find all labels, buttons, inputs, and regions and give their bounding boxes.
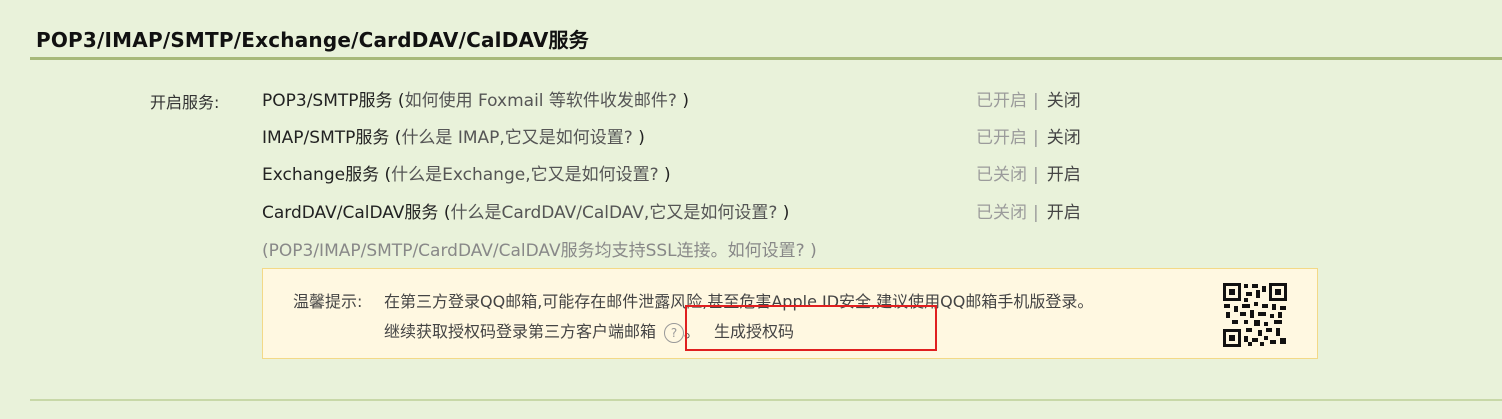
- ssl-help-link[interactable]: 如何设置?: [728, 241, 805, 261]
- open-paren: (: [389, 128, 402, 148]
- services-label: 开启服务:: [150, 93, 220, 112]
- close-paren: ): [676, 91, 689, 111]
- status-pop3: 已开启 | 关闭: [976, 86, 1081, 111]
- status-carddav: 已关闭 | 开启: [976, 198, 1081, 223]
- help-link-exchange[interactable]: 什么是Exchange,它又是如何设置?: [391, 165, 659, 185]
- tip-auth-line: 继续获取授权码登录第三方客户端邮箱?。生成授权码: [384, 318, 794, 343]
- open-paren: (: [392, 91, 405, 111]
- help-link-carddav[interactable]: 什么是CardDAV/CalDAV,它又是如何设置?: [450, 203, 777, 223]
- separator: |: [1033, 91, 1039, 111]
- open-paren: (: [379, 165, 392, 185]
- tip-line2-punct: 。: [684, 322, 701, 341]
- toggle-button-carddav[interactable]: 开启: [1047, 203, 1081, 223]
- state-text: 已关闭: [976, 203, 1027, 223]
- service-row-pop3: POP3/SMTP服务 (如何使用 Foxmail 等软件收发邮件? ): [262, 86, 689, 111]
- close-paren: ): [777, 203, 790, 223]
- tip-box: 温馨提示: 在第三方登录QQ邮箱,可能存在邮件泄露风险,甚至危害Apple ID…: [262, 268, 1318, 359]
- qq-mobile-link[interactable]: QQ邮箱手机版: [940, 292, 1045, 311]
- tip-line1-prefix: 在第三方登录QQ邮箱,可能存在邮件泄露风险,甚至危害Apple ID安全,建议使…: [384, 292, 941, 311]
- ssl-note: (POP3/IMAP/SMTP/CardDAV/CalDAV服务均支持SSL连接…: [262, 236, 817, 261]
- service-name: CardDAV/CalDAV服务: [262, 203, 439, 223]
- help-link-imap[interactable]: 什么是 IMAP,它又是如何设置?: [401, 128, 632, 148]
- tip-label: 温馨提示:: [293, 292, 363, 311]
- state-text: 已开启: [976, 91, 1027, 111]
- open-paren: (: [438, 203, 451, 223]
- toggle-button-pop3[interactable]: 关闭: [1047, 91, 1081, 111]
- ssl-note-close: ): [804, 241, 817, 261]
- service-name: IMAP/SMTP服务: [262, 128, 390, 148]
- tip-line2-text: 继续获取授权码登录第三方客户端邮箱: [384, 322, 657, 341]
- service-name: Exchange服务: [262, 165, 380, 185]
- help-link-pop3[interactable]: 如何使用 Foxmail 等软件收发邮件?: [405, 91, 677, 111]
- question-circle-icon[interactable]: ?: [664, 322, 685, 343]
- qr-code-icon: [1222, 282, 1288, 348]
- toggle-button-exchange[interactable]: 开启: [1047, 165, 1081, 185]
- service-name: POP3/SMTP服务: [262, 91, 393, 111]
- service-row-imap: IMAP/SMTP服务 (什么是 IMAP,它又是如何设置? ): [262, 123, 645, 148]
- separator: |: [1033, 203, 1039, 223]
- section-title: POP3/IMAP/SMTP/Exchange/CardDAV/CalDAV服务: [36, 28, 589, 52]
- tip-warning-text: 在第三方登录QQ邮箱,可能存在邮件泄露风险,甚至危害Apple ID安全,建议使…: [384, 288, 1093, 312]
- title-divider: [30, 57, 1502, 60]
- separator: |: [1033, 165, 1039, 185]
- settings-page: POP3/IMAP/SMTP/Exchange/CardDAV/CalDAV服务…: [0, 0, 1502, 419]
- generate-auth-code-link[interactable]: 生成授权码: [714, 322, 794, 341]
- service-row-exchange: Exchange服务 (什么是Exchange,它又是如何设置? ): [262, 160, 671, 185]
- status-imap: 已开启 | 关闭: [976, 123, 1081, 148]
- state-text: 已开启: [976, 128, 1027, 148]
- separator: |: [1033, 128, 1039, 148]
- close-paren: ): [632, 128, 645, 148]
- tip-line1-suffix: 登录。: [1045, 292, 1094, 311]
- service-row-carddav: CardDAV/CalDAV服务 (什么是CardDAV/CalDAV,它又是如…: [262, 198, 789, 223]
- status-exchange: 已关闭 | 开启: [976, 160, 1081, 185]
- state-text: 已关闭: [976, 165, 1027, 185]
- bottom-divider: [30, 399, 1502, 401]
- toggle-button-imap[interactable]: 关闭: [1047, 128, 1081, 148]
- close-paren: ): [658, 165, 671, 185]
- ssl-note-text: (POP3/IMAP/SMTP/CardDAV/CalDAV服务均支持SSL连接…: [262, 241, 728, 261]
